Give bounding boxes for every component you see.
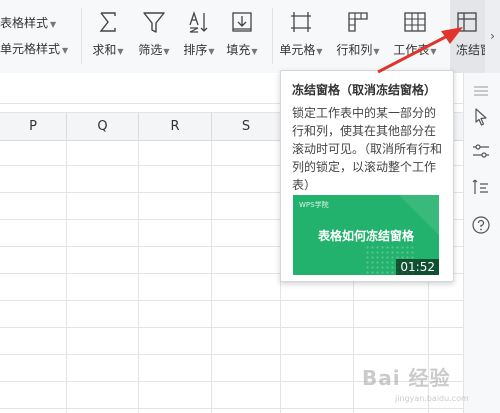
- fill-label: 填充: [226, 43, 251, 57]
- table-style-label: 表格样式: [0, 16, 49, 30]
- chevron-down-icon: ▼: [251, 47, 258, 56]
- filter-button[interactable]: 筛选▼: [132, 0, 176, 73]
- sigma-icon: [96, 10, 120, 34]
- filter-icon: [142, 10, 166, 34]
- column-letter: Q: [97, 119, 108, 134]
- chevron-down-icon: ▼: [117, 47, 124, 56]
- worksheet-button[interactable]: 工作表▼: [387, 0, 443, 73]
- tooltip-title: 冻结窗格（取消冻结窗格）: [292, 83, 437, 97]
- pointer-icon[interactable]: [471, 107, 491, 127]
- side-panel: [463, 73, 500, 413]
- freeze-panes-icon: [455, 10, 479, 34]
- rows-columns-icon: [346, 10, 370, 34]
- chevron-down-icon: ▼: [430, 47, 437, 56]
- grid-line: [211, 140, 212, 413]
- baidu-jingyan-watermark: Bai 经验: [362, 366, 451, 390]
- rows-columns-label: 行和列: [336, 43, 373, 57]
- sum-button[interactable]: 求和▼: [86, 0, 130, 73]
- filter-label: 筛选: [138, 43, 163, 57]
- grid-line: [138, 140, 139, 413]
- worksheet-icon: [403, 10, 427, 34]
- ribbon-toolbar: 表格样式 ▼ 单元格样式 ▼ 求和▼ 筛选▼ 排序▼ 填充▼ 单元格▼ 行和列▼…: [0, 0, 500, 74]
- freeze-panes-button[interactable]: 冻结窗: [450, 0, 485, 73]
- chevron-down-icon: ▼: [208, 47, 215, 56]
- grid-line: [66, 140, 67, 413]
- chevron-down-icon: ▼: [163, 47, 170, 56]
- sliders-icon[interactable]: [471, 141, 491, 161]
- freeze-panes-label: 冻结窗: [456, 43, 485, 57]
- chevron-down-icon: ▼: [50, 20, 57, 29]
- video-title: 表格如何冻结窗格: [317, 229, 414, 243]
- help-icon[interactable]: [471, 215, 491, 235]
- grid-line: [0, 327, 463, 328]
- sort-label: 排序: [183, 43, 208, 57]
- grid-line: [0, 408, 463, 409]
- chevron-down-icon: ▼: [62, 46, 69, 55]
- chevron-down-icon: ▼: [316, 47, 323, 56]
- transform-icon[interactable]: [471, 177, 491, 197]
- video-brand: WPS学院: [299, 201, 329, 209]
- freeze-panes-tooltip: 冻结窗格（取消冻结窗格） 锁定工作表中的某一部分的行和列，使其在其他部分在滚动时…: [280, 70, 454, 282]
- sum-label: 求和: [92, 43, 117, 57]
- cell-style-button[interactable]: 单元格样式 ▼: [0, 40, 68, 57]
- grid-line: [0, 300, 463, 301]
- watermark-url: jingyan.baidu.com: [395, 394, 469, 403]
- cell-label: 单元格: [279, 43, 316, 57]
- rows-columns-button[interactable]: 行和列▼: [330, 0, 386, 73]
- table-style-button[interactable]: 表格样式 ▼: [0, 14, 56, 31]
- tooltip-description: 锁定工作表中的某一部分的行和列，使其在其他部分在滚动时可见。（取消所有行和列的锁…: [292, 106, 443, 192]
- column-header[interactable]: Q: [67, 113, 139, 140]
- column-header[interactable]: P: [0, 113, 67, 140]
- ribbon-divider: [272, 8, 273, 64]
- column-letter: P: [29, 119, 37, 134]
- ribbon-scroll-right-button[interactable]: ›: [485, 0, 500, 73]
- column-letter: S: [241, 119, 251, 134]
- column-header[interactable]: S: [212, 113, 281, 140]
- cell-button[interactable]: 单元格▼: [274, 0, 328, 73]
- cell-style-label: 单元格样式: [0, 42, 61, 56]
- grid-line: [0, 354, 463, 355]
- fill-down-icon: [230, 10, 254, 34]
- column-header[interactable]: R: [139, 113, 212, 140]
- menu-lines-icon[interactable]: [471, 81, 491, 101]
- ribbon-divider: [81, 8, 82, 64]
- tutorial-video-thumbnail[interactable]: WPS学院 表格如何冻结窗格 01:52: [293, 195, 439, 275]
- fill-button[interactable]: 填充▼: [220, 0, 264, 73]
- video-duration: 01:52: [396, 259, 439, 275]
- sort-button[interactable]: 排序▼: [177, 0, 221, 73]
- worksheet-label: 工作表: [393, 43, 430, 57]
- sort-icon: [187, 10, 211, 34]
- cell-icon: [289, 10, 313, 34]
- chevron-down-icon: ▼: [373, 47, 380, 56]
- column-letter: R: [170, 119, 180, 134]
- chevron-right-icon: ›: [490, 29, 495, 43]
